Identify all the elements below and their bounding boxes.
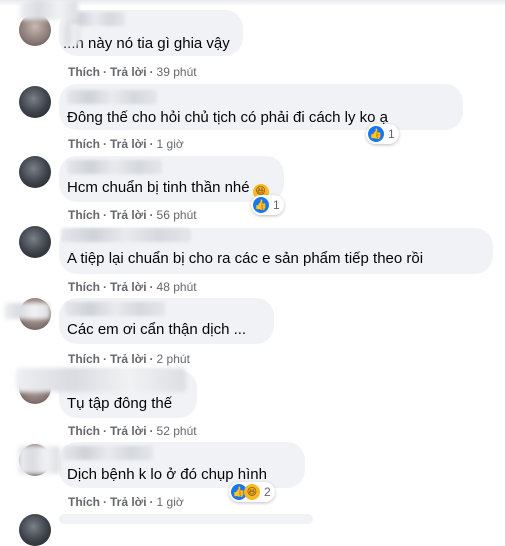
reply-button[interactable]: Trả lời <box>110 424 147 438</box>
reaction-count: 1 <box>273 198 280 212</box>
avatar[interactable] <box>19 156 51 188</box>
like-button[interactable]: Thích <box>68 424 100 438</box>
author-name-blurred[interactable] <box>65 302 165 316</box>
blurred-name-overlay <box>18 446 60 474</box>
reaction-summary[interactable]: 👍 😆 2 <box>229 482 275 502</box>
like-button[interactable]: Thích <box>68 208 100 222</box>
comment-bubble <box>59 514 313 524</box>
author-name-blurred[interactable] <box>63 446 153 460</box>
like-button[interactable]: Thích <box>68 137 100 151</box>
reaction-summary[interactable]: 👍 1 <box>366 124 399 144</box>
reaction-summary[interactable]: 👍 1 <box>251 195 284 215</box>
timestamp[interactable]: 1 giờ <box>157 495 184 509</box>
reply-button[interactable]: Trả lời <box>110 495 147 509</box>
timestamp[interactable]: 1 giờ <box>157 137 184 151</box>
comment-actions: Thích · Trả lời · 2 phút <box>68 352 190 366</box>
reply-button[interactable]: Trả lời <box>110 208 147 222</box>
reply-button[interactable]: Trả lời <box>110 137 147 151</box>
timestamp[interactable]: 52 phút <box>157 424 197 438</box>
avatar[interactable] <box>19 226 51 258</box>
comment-bubble: A tiệp lại chuẩn bị cho ra các e sản phẩ… <box>59 228 493 274</box>
comment-bubble: Các em ơi cẩn thận dịch ... <box>59 298 274 344</box>
comment-actions: Thích · Trả lời · 48 phút <box>68 280 197 294</box>
timestamp[interactable]: 39 phút <box>157 65 197 79</box>
like-button[interactable]: Thích <box>68 280 100 294</box>
reply-button[interactable]: Trả lời <box>110 352 147 366</box>
haha-reaction-icon: 😆 <box>244 484 260 500</box>
comment-actions: Thích · Trả lời · 1 giờ <box>68 137 184 151</box>
comment-bubble: Đông thế cho hỏi chủ tịch có phải đi các… <box>59 84 463 130</box>
reaction-count: 2 <box>264 485 271 499</box>
comment-bubble: ...n này nó tia gì ghia vậy <box>59 10 243 56</box>
comment-text: Tụ tập đông thế <box>67 395 173 412</box>
comment-text: Đông thế cho hỏi chủ tịch có phải đi các… <box>67 109 389 126</box>
reply-button[interactable]: Trả lời <box>110 280 147 294</box>
like-button[interactable]: Thích <box>68 495 100 509</box>
author-name-blurred[interactable] <box>67 160 162 174</box>
like-button[interactable]: Thích <box>68 352 100 366</box>
comment-text: A tiệp lại chuẩn bị cho ra các e sản phẩ… <box>67 250 424 267</box>
timestamp[interactable]: 48 phút <box>157 280 197 294</box>
reaction-count: 1 <box>388 127 395 141</box>
comment-actions: Thích · Trả lời · 39 phút <box>68 65 197 79</box>
blurred-name-overlay <box>16 368 186 392</box>
blurred-name-overlay <box>4 303 50 319</box>
blurred-name-overlay <box>62 24 80 46</box>
comment-bubble: Dịch bệnh k lo ở đó chụp hình <box>59 442 305 488</box>
reply-button[interactable]: Trả lời <box>110 65 147 79</box>
author-name-blurred[interactable] <box>67 90 157 104</box>
comment-actions: Thích · Trả lời · 56 phút <box>68 208 197 222</box>
comment-text: Hcm chuẩn bị tinh thần nhé 😆 <box>67 178 269 200</box>
comment-actions: Thích · Trả lời · 52 phút <box>68 424 197 438</box>
comment-text: Các em ơi cẩn thận dịch ... <box>67 321 247 338</box>
blurred-name-overlay <box>20 0 78 20</box>
author-name-blurred[interactable] <box>61 228 191 242</box>
like-button[interactable]: Thích <box>68 65 100 79</box>
like-reaction-icon: 👍 <box>253 197 269 213</box>
comment-text: ...n này nó tia gì ghia vậy <box>63 35 230 52</box>
like-reaction-icon: 👍 <box>368 126 384 142</box>
avatar[interactable] <box>19 86 51 118</box>
comment-bubble: Hcm chuẩn bị tinh thần nhé 😆 <box>59 156 284 202</box>
timestamp[interactable]: 2 phút <box>157 352 190 366</box>
timestamp[interactable]: 56 phút <box>157 208 197 222</box>
comment-actions: Thích · Trả lời · 1 giờ <box>68 495 184 509</box>
